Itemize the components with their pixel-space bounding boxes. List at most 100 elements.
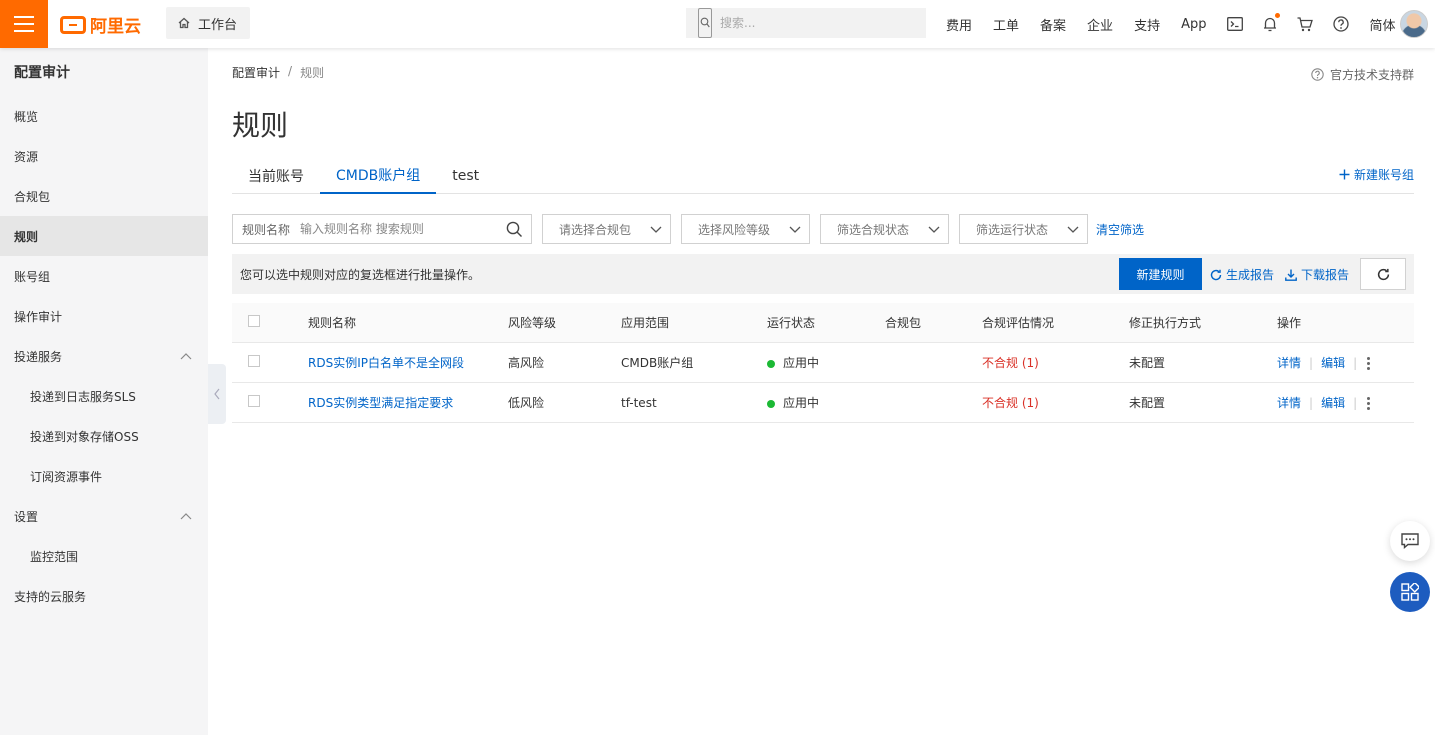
more-actions-icon[interactable]: [1367, 355, 1371, 372]
language-switch[interactable]: 简体: [1369, 15, 1395, 34]
divider: |: [1353, 395, 1358, 410]
menu-icon[interactable]: [0, 0, 48, 48]
sidebar-item-label: 投递到日志服务SLS: [30, 389, 136, 404]
breadcrumb: 配置审计 / 规则: [232, 64, 324, 81]
sidebar-item-subscribe-events[interactable]: 订阅资源事件: [0, 456, 208, 496]
row-checkbox[interactable]: [248, 355, 260, 367]
sidebar-collapse-button[interactable]: [208, 364, 226, 424]
tab-test[interactable]: test: [436, 158, 495, 194]
nav-ticket[interactable]: 工单: [993, 15, 1019, 34]
download-report-label: 下载报告: [1301, 268, 1350, 282]
apply-scope: tf-test: [621, 395, 657, 410]
rule-name-link[interactable]: RDS实例IP白名单不是全网段: [308, 356, 464, 370]
run-status-select[interactable]: 筛选运行状态: [959, 214, 1088, 244]
table-cell: RDS实例类型满足指定要求: [308, 394, 508, 411]
sidebar-title: 配置审计: [14, 65, 70, 81]
filter-bar: 规则名称 请选择合规包 选择风险等级 筛选合规状态 筛选运行状态 清空筛选: [232, 214, 1144, 244]
sidebar-item-supported-services[interactable]: 支持的云服务: [0, 576, 208, 616]
sidebar-item-delivery[interactable]: 投递服务: [0, 336, 208, 376]
sidebar-item-compliance-packs[interactable]: 合规包: [0, 176, 208, 216]
batch-toolbar: 您可以选中规则对应的复选框进行批量操作。 新建规则 生成报告 下载报告: [232, 254, 1414, 294]
help-icon[interactable]: [1333, 16, 1350, 32]
chevron-down-icon: [1067, 226, 1079, 233]
account-tabs: 当前账号 CMDB账户组 test: [232, 158, 1414, 194]
rule-name-link[interactable]: RDS实例类型满足指定要求: [308, 396, 453, 410]
new-account-group-button[interactable]: 新建账号组: [1339, 166, 1414, 183]
global-search[interactable]: [686, 8, 926, 38]
sidebar-item-rules[interactable]: 规则: [0, 216, 208, 256]
workbench-label: 工作台: [198, 17, 238, 33]
generate-report-button[interactable]: 生成报告: [1210, 266, 1274, 283]
tab-cmdb-group[interactable]: CMDB账户组: [320, 158, 437, 194]
chat-icon: [1401, 533, 1419, 549]
sidebar-item-deliver-sls[interactable]: 投递到日志服务SLS: [0, 376, 208, 416]
sidebar-item-settings[interactable]: 设置: [0, 496, 208, 536]
top-nav: 费用 工单 备案 企业 支持 App 简体: [946, 0, 1417, 48]
sidebar: 配置审计 概览 资源 合规包 规则 账号组 操作审计 投递服务 投递到日志服务S…: [0, 48, 208, 735]
nav-app[interactable]: App: [1181, 17, 1206, 32]
compliance-pack-select-value: 请选择合规包: [559, 222, 632, 237]
clear-filters-link[interactable]: 清空筛选: [1096, 221, 1144, 238]
sidebar-item-overview[interactable]: 概览: [0, 96, 208, 136]
aliyun-logo[interactable]: 阿里云: [60, 12, 141, 37]
table-cell: 不合规 (1): [982, 354, 1129, 371]
run-status: 应用中: [783, 356, 820, 370]
select-all-checkbox[interactable]: [248, 315, 260, 327]
sidebar-item-account-groups[interactable]: 账号组: [0, 256, 208, 296]
nav-icp[interactable]: 备案: [1040, 15, 1066, 34]
header-cell: 修正执行方式: [1129, 316, 1202, 330]
row-checkbox[interactable]: [248, 395, 260, 407]
nav-enterprise[interactable]: 企业: [1087, 15, 1113, 34]
risk-level-select[interactable]: 选择风险等级: [681, 214, 810, 244]
cart-icon[interactable]: [1297, 16, 1314, 32]
nav-support[interactable]: 支持: [1134, 15, 1160, 34]
nav-billing[interactable]: 费用: [946, 15, 972, 34]
chat-float-button[interactable]: [1390, 521, 1430, 561]
sidebar-item-label: 投递服务: [14, 349, 63, 364]
rules-table: 规则名称 风险等级 应用范围 运行状态 合规包 合规评估情况 修正执行方式 操作…: [232, 303, 1414, 423]
apps-float-button[interactable]: [1390, 572, 1430, 612]
compliance-result-link[interactable]: 不合规 (1): [982, 356, 1039, 370]
compliance-status-select[interactable]: 筛选合规状态: [820, 214, 949, 244]
compliance-pack-select[interactable]: 请选择合规包: [542, 214, 671, 244]
compliance-result-link[interactable]: 不合规 (1): [982, 396, 1039, 410]
search-icon[interactable]: [506, 221, 523, 238]
more-actions-icon[interactable]: [1367, 395, 1371, 412]
bell-icon[interactable]: [1263, 13, 1281, 32]
sidebar-item-monitor-scope[interactable]: 监控范围: [0, 536, 208, 576]
edit-link[interactable]: 编辑: [1321, 396, 1345, 410]
home-icon: [178, 17, 190, 29]
table-cell: 详情 | 编辑 |: [1277, 394, 1414, 412]
remediation-mode: 未配置: [1129, 396, 1166, 410]
sidebar-item-resources[interactable]: 资源: [0, 136, 208, 176]
support-group-link[interactable]: 官方技术支持群: [1311, 66, 1414, 83]
plus-icon: [1339, 169, 1350, 180]
new-rule-button[interactable]: 新建规则: [1119, 258, 1202, 290]
workbench-button[interactable]: 工作台: [166, 7, 250, 39]
divider: |: [1309, 355, 1314, 370]
remediation-mode: 未配置: [1129, 356, 1166, 370]
terminal-icon[interactable]: [1227, 17, 1244, 31]
download-report-button[interactable]: 下载报告: [1285, 266, 1349, 283]
detail-link[interactable]: 详情: [1277, 396, 1301, 410]
sidebar-item-label: 监控范围: [30, 549, 79, 564]
sidebar-item-action-trail[interactable]: 操作审计: [0, 296, 208, 336]
sidebar-item-deliver-oss[interactable]: 投递到对象存储OSS: [0, 416, 208, 456]
global-search-input[interactable]: [720, 9, 910, 37]
header-cell: 风险等级: [508, 316, 557, 330]
header-cell: 应用范围: [621, 316, 670, 330]
header-cell: 操作: [1277, 316, 1302, 330]
refresh-button[interactable]: [1360, 258, 1406, 290]
breadcrumb-parent[interactable]: 配置审计: [232, 64, 280, 81]
rule-search-input[interactable]: [300, 222, 501, 236]
run-status-select-value: 筛选运行状态: [976, 222, 1049, 237]
detail-link[interactable]: 详情: [1277, 356, 1301, 370]
sidebar-item-label: 规则: [14, 229, 39, 244]
header-cell: 合规包: [885, 316, 922, 330]
tab-current-account[interactable]: 当前账号: [232, 158, 320, 194]
edit-link[interactable]: 编辑: [1321, 356, 1345, 370]
user-avatar[interactable]: [1400, 10, 1428, 38]
page-title: 规则: [232, 109, 289, 142]
search-icon: [698, 8, 712, 38]
table-cell: 不合规 (1): [982, 394, 1129, 411]
